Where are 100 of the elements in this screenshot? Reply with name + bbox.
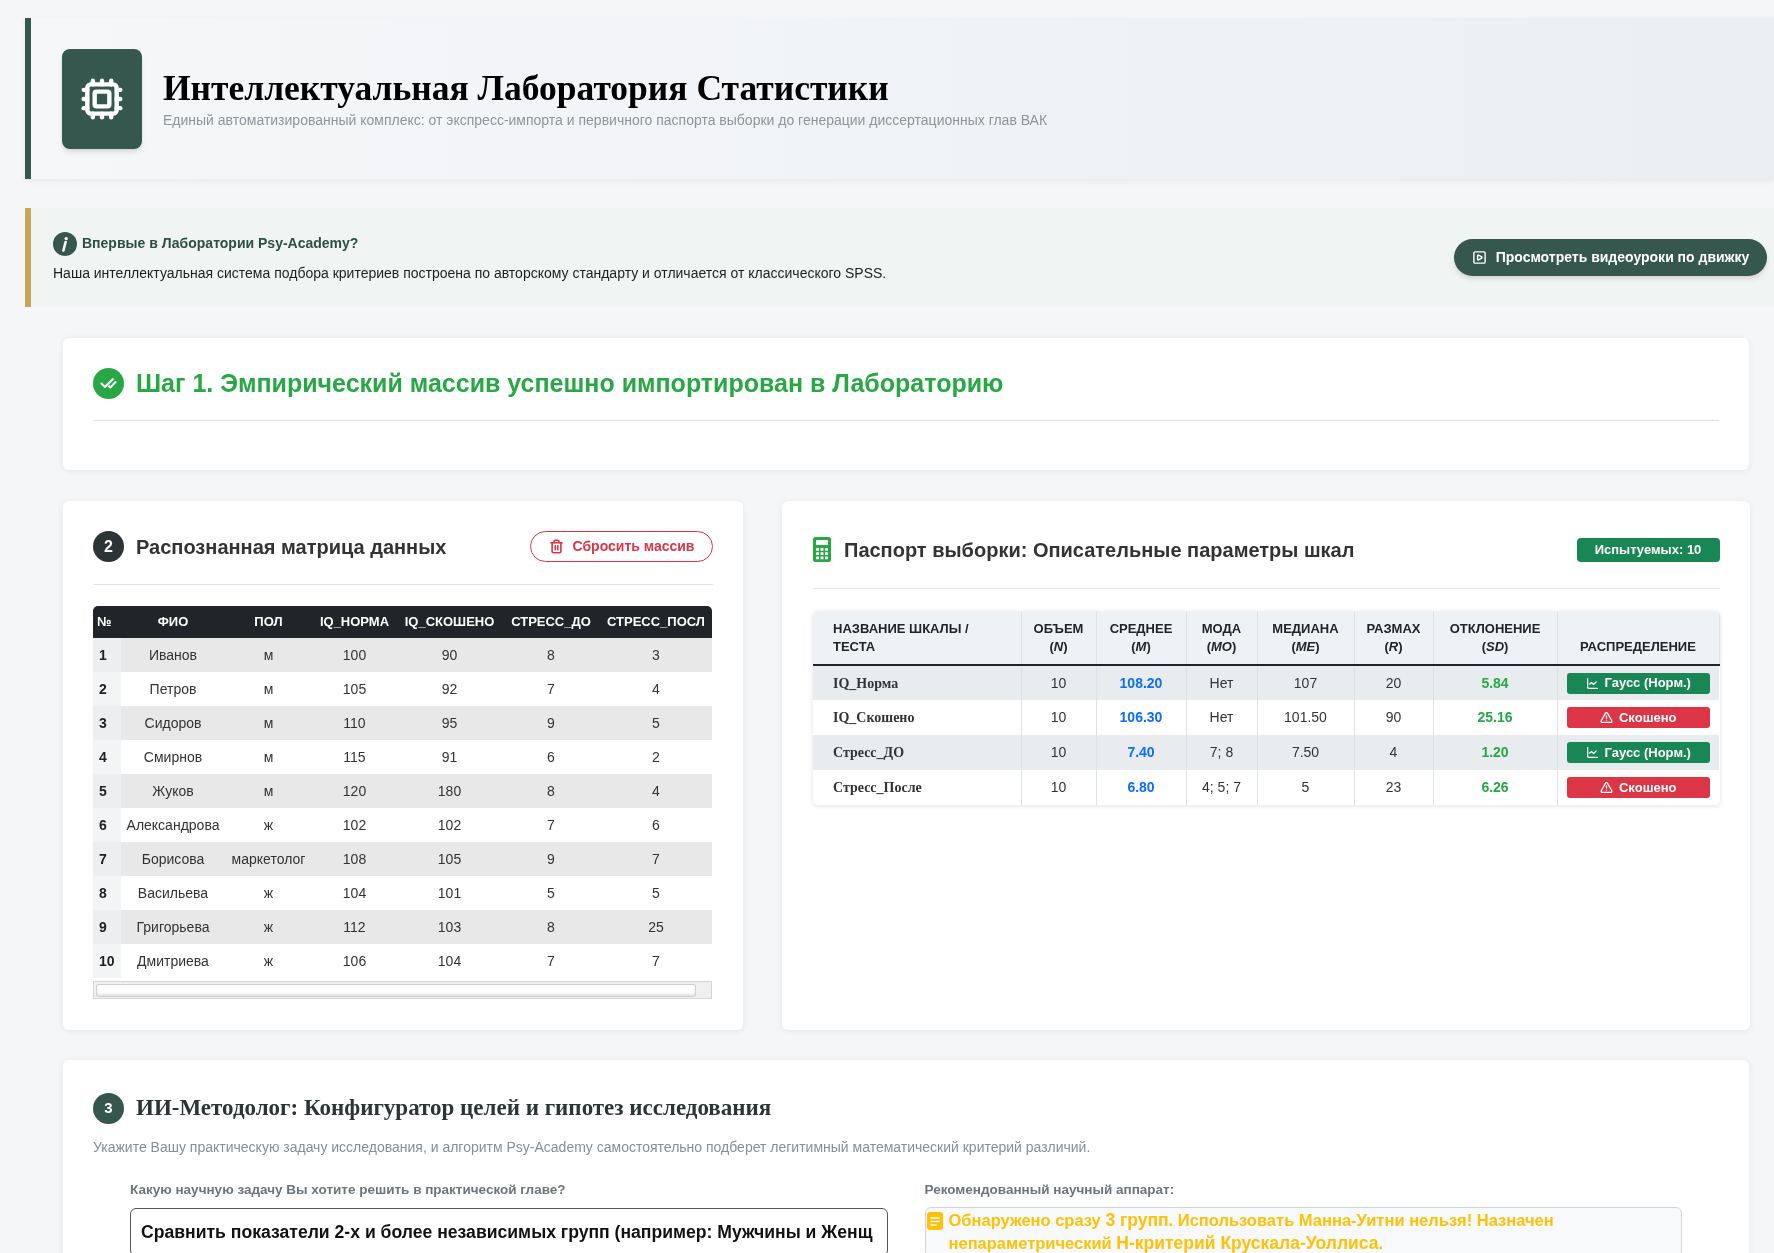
table-cell: 9 [502,706,600,740]
step-number: 3 [93,1092,124,1124]
column-header: РАЗМАХ (R) [1366,621,1421,654]
table-cell: Васильева [121,876,225,910]
table-cell: 101 [397,876,502,910]
table-cell: Григорьева [121,910,225,944]
row-number: 1 [93,638,121,672]
row-number: 3 [93,706,121,740]
table-cell: 106 [312,944,397,978]
table-cell: 5 [1257,770,1354,805]
calculator-icon [813,537,831,562]
table-cell: 25 [600,910,712,944]
column-header: IQ_НОРМА [312,606,397,638]
column-header: СТРЕСС_ДО [502,606,600,638]
table-cell: Смирнов [121,740,225,774]
check-icon [93,368,124,399]
table-cell: 6.26 [1433,770,1557,805]
table-cell: 108 [312,842,397,876]
table-cell: Дмитриева [121,944,225,978]
table-cell: 7 [502,808,600,842]
table-cell: м [225,740,312,774]
row-number: 6 [93,808,121,842]
table-cell: 6 [502,740,600,774]
distribution-badge: Скошено [1566,777,1710,798]
table-cell: м [225,706,312,740]
table-cell: м [225,774,312,808]
column-header: НАЗВАНИЕ ШКАЛЫ / ТЕСТА [833,621,969,654]
table-cell: 8 [502,774,600,808]
section-description: Укажите Вашу практическую задачу исследования, и алгоритм Psy-Academy самостоятельно подберет легитимный математический критерий различий. [93,1137,1092,1157]
table-cell: ж [225,910,312,944]
table-cell: 5 [502,876,600,910]
table-cell: 6.80 [1096,770,1186,805]
table-cell: Жуков [121,774,225,808]
video-lessons-button[interactable]: Просмотреть видеоуроки по движку [1454,239,1767,276]
table-cell: 120 [312,774,397,808]
row-number: 4 [93,740,121,774]
row-number: 2 [93,672,121,706]
distribution-badge: Скошено [1566,707,1710,728]
table-cell: 115 [312,740,397,774]
table-cell: 8 [502,910,600,944]
table-cell: 7 [502,672,600,706]
table-cell: ж [225,808,312,842]
table-cell: 9 [502,842,600,876]
reset-button[interactable]: Сбросить массив [530,531,713,562]
step-number: 2 [93,531,124,562]
table-cell: 7 [600,944,712,978]
row-number: 7 [93,842,121,876]
column-header: МЕДИАНА (ME) [1272,621,1339,654]
table-cell: 10 [1021,770,1096,805]
table-cell: 92 [397,672,502,706]
scale-name: Стресс_После [813,770,1021,805]
scrollbar-thumb[interactable] [96,983,696,997]
section-title: Распознанная матрица данных [136,534,447,560]
line-chart-icon [1585,746,1599,759]
info-title: Впервые в Лаборатории Psy-Academy? [82,234,359,253]
section-title: ИИ-Методолог: Конфигуратор целей и гипотез исследования [136,1094,772,1122]
table-cell: маркетолог [225,842,312,876]
table-cell: 180 [397,774,502,808]
info-text: Наша интеллектуальная система подбора критериев построена по авторскому стандарту и отличается от классического SPSS. [53,263,887,283]
table-cell: 104 [312,876,397,910]
table-cell: 100 [312,638,397,672]
table-cell: 8 [502,638,600,672]
line-chart-icon [1585,676,1599,690]
page-title: Интеллектуальная Лаборатория Статистики [163,66,890,109]
table-cell: ж [225,876,312,910]
warning-icon [1600,781,1613,794]
table-cell: м [225,672,312,706]
research-task-field[interactable]: Сравнить показатели 2-х и более независимых групп (например: Мужчины и Женщ [130,1207,888,1253]
distribution-badge: Гаусс (Норм.) [1566,672,1710,694]
table-cell: Петров [121,672,225,706]
table-cell: 4; 5; 7 [1186,770,1257,805]
table-cell: 91 [397,740,502,774]
row-number: 10 [93,944,121,978]
table-cell: 4 [600,672,712,706]
column-header: ПОЛ [225,606,312,638]
table-cell: 112 [312,910,397,944]
recommendation-text: Обнаружено сразу 3 групп. Использовать Манна-Уитни нельзя! Назначен непараметрический Н-критерий Крускала-Уоллиса. [948,1208,1555,1253]
table-cell: 7 [600,842,712,876]
table-cell: ж [225,944,312,978]
column-header: ОБЪЕМ (N) [1033,621,1084,654]
row-number: 9 [93,910,121,944]
table-cell: 6 [600,808,712,842]
table-cell: 110 [312,706,397,740]
table-cell: Сидоров [121,706,225,740]
row-number: 8 [93,876,121,910]
horizontal-scrollbar[interactable] [93,981,712,999]
column-header: СТРЕСС_ПОСЛ [600,606,712,638]
row-number: 5 [93,774,121,808]
warning-icon [1600,711,1613,724]
table-cell: 2 [600,740,712,774]
table-cell: 5 [600,706,712,740]
chip-icon [62,48,142,149]
field-label: Рекомендованный научный аппарат: [924,1180,1176,1199]
column-header: № [93,606,121,638]
table-cell: 105 [312,672,397,706]
table-cell: 104 [397,944,502,978]
table-cell: 4 [600,774,712,808]
table-cell: 102 [397,808,502,842]
table-cell: 105 [397,842,502,876]
column-header: IQ_СКОШЕНО [397,606,502,638]
